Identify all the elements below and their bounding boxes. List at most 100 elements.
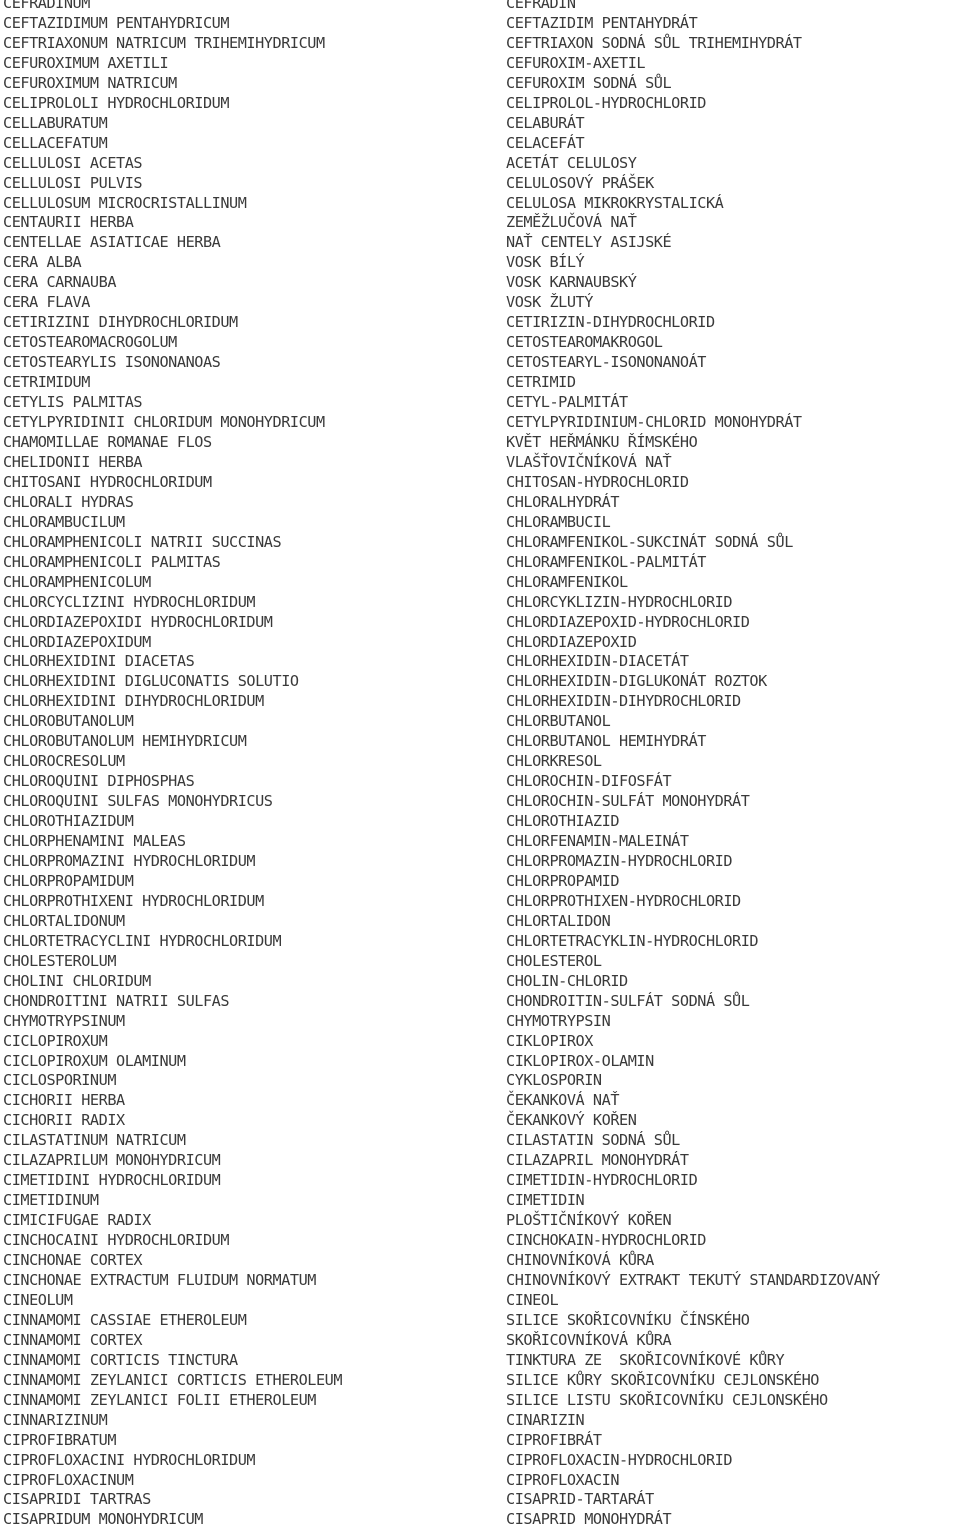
latin-term: CISAPRIDI TARTRAS — [3, 1490, 151, 1509]
latin-term: CELLULOSI PULVIS — [3, 173, 143, 192]
czech-term: CHLOROCHIN-SULFÁT MONOHYDRÁT — [506, 792, 750, 811]
table-row: CILASTATINUM NATRICUM CILASTATIN SODNÁ SŮ… — [0, 1131, 960, 1151]
czech-term: CEFRADIN — [506, 0, 576, 12]
table-row: CEFTRIAXONUM NATRICUM TRIHEMIHYDRICUM CEF… — [0, 34, 960, 54]
table-row: CIMETIDINUM CIMETIDIN — [0, 1191, 960, 1211]
table-row: CINCHOCAINI HYDROCHLORIDUM CINCHOKAIN-HYD… — [0, 1231, 960, 1251]
czech-term: CISAPRID-TARTARÁT — [506, 1490, 654, 1509]
latin-term: CETYLPYRIDINII CHLORIDUM MONOHYDRICUM — [3, 413, 325, 432]
latin-term: CEFUROXIMUM NATRICUM — [3, 73, 177, 92]
czech-term: CHLORCYKLIZIN-HYDROCHLORID — [506, 592, 733, 611]
czech-term: CISAPRID MONOHYDRÁT — [506, 1510, 672, 1529]
latin-term: CIMICIFUGAE RADIX — [3, 1211, 151, 1230]
table-row: CIMETIDINI HYDROCHLORIDUM CIMETIDIN-HYDRO… — [0, 1171, 960, 1191]
czech-term: CHLORAMFENIKOL-PALMITÁT — [506, 552, 706, 571]
table-row: CINNAMOMI ZEYLANICI FOLII ETHEROLEUM SILI… — [0, 1391, 960, 1411]
czech-term: CHINOVNÍKOVÁ KŮRA — [506, 1251, 654, 1270]
latin-term: CHLOROCRESOLUM — [3, 752, 125, 771]
czech-term: CIMETIDIN-HYDROCHLORID — [506, 1171, 698, 1190]
table-row: CHONDROITINI NATRII SULFAS CHONDROITIN-SU… — [0, 992, 960, 1012]
czech-term: CHLORTALIDON — [506, 911, 611, 930]
latin-term: CHLORHEXIDINI DIHYDROCHLORIDUM — [3, 692, 264, 711]
table-row: CHLORAMBUCILUM CHLORAMBUCIL — [0, 513, 960, 533]
czech-term: CHLORDIAZEPOXID — [506, 632, 637, 651]
czech-term: ACETÁT CELULOSY — [506, 153, 637, 172]
table-row: CHOLESTEROLUM CHOLESTEROL — [0, 952, 960, 972]
table-row: CHLORPROMAZINI HYDROCHLORIDUM CHLORPROMAZ… — [0, 852, 960, 872]
latin-term: CISAPRIDUM MONOHYDRICUM — [3, 1510, 203, 1529]
latin-term: CELLABURATUM — [3, 113, 108, 132]
czech-term: CHOLIN-CHLORID — [506, 971, 628, 990]
latin-term: CINNAMOMI CASSIAE ETHEROLEUM — [3, 1310, 247, 1329]
nomenclature-table: CEFRADINUM CEFRADIN CEFTAZIDIMUM PENTAHYDR… — [0, 0, 960, 1530]
czech-term: CHONDROITIN-SULFÁT SODNÁ SŮL — [506, 991, 750, 1010]
czech-term: CHLORHEXIDIN-DIGLUKONÁT ROZTOK — [506, 672, 767, 691]
czech-term: CELULOSOVÝ PRÁŠEK — [506, 173, 654, 192]
table-row: CERA CARNAUBA VOSK KARNAUBSKÝ — [0, 273, 960, 293]
czech-term: ČEKANKOVÁ NAŤ — [506, 1091, 620, 1110]
czech-term: CELABURÁT — [506, 113, 585, 132]
table-row: CICHORII RADIX ČEKANKOVÝ KOŘEN — [0, 1111, 960, 1131]
table-row: CETYLIS PALMITAS CETYL-PALMITÁT — [0, 393, 960, 413]
latin-term: CHLORAMPHENICOLUM — [3, 572, 151, 591]
latin-term: CHLORDIAZEPOXIDUM — [3, 632, 151, 651]
latin-term: CILASTATINUM NATRICUM — [3, 1131, 186, 1150]
czech-term: CHLORAMFENIKOL — [506, 572, 628, 591]
czech-term: CINEOL — [506, 1290, 559, 1309]
table-row: CIPROFLOXACINI HYDROCHLORIDUM CIPROFLOXAC… — [0, 1451, 960, 1471]
table-row: CELLACEFATUM CELACEFÁT — [0, 134, 960, 154]
table-row: CINCHONAE EXTRACTUM FLUIDUM NORMATUM CHIN… — [0, 1271, 960, 1291]
latin-term: CERA FLAVA — [3, 293, 90, 312]
table-row: CISAPRIDUM MONOHYDRICUM CISAPRID MONOHYDR… — [0, 1510, 960, 1530]
latin-term: CIMETIDINI HYDROCHLORIDUM — [3, 1171, 221, 1190]
czech-term: CHLORDIAZEPOXID-HYDROCHLORID — [506, 612, 750, 631]
table-row: CHLORTETRACYCLINI HYDROCHLORIDUM CHLORTET… — [0, 932, 960, 952]
table-row: CHLORHEXIDINI DIACETAS CHLORHEXIDIN-DIACE… — [0, 652, 960, 672]
czech-term: CEFTAZIDIM PENTAHYDRÁT — [506, 13, 698, 32]
table-row: CINCHONAE CORTEX CHINOVNÍKOVÁ KŮRA — [0, 1251, 960, 1271]
table-row: CHLORDIAZEPOXIDUM CHLORDIAZEPOXID — [0, 633, 960, 653]
table-row: CHLORAMPHENICOLI PALMITAS CHLORAMFENIKOL-… — [0, 553, 960, 573]
czech-term: CHOLESTEROL — [506, 951, 602, 970]
table-row: CHELIDONII HERBA VLAŠŤOVIČNÍKOVÁ NAŤ — [0, 453, 960, 473]
czech-term: CELIPROLOL-HYDROCHLORID — [506, 93, 706, 112]
czech-term: CETRIMID — [506, 373, 576, 392]
latin-term: CETRIMIDUM — [3, 373, 90, 392]
czech-term: CHLORHEXIDIN-DIHYDROCHLORID — [506, 692, 741, 711]
table-row: CELLULOSI ACETAS ACETÁT CELULOSY — [0, 154, 960, 174]
latin-term: CHYMOTRYPSINUM — [3, 1011, 125, 1030]
czech-term: VOSK BÍLÝ — [506, 253, 585, 272]
czech-term: CHLORPROMAZIN-HYDROCHLORID — [506, 851, 733, 870]
czech-term: CHYMOTRYPSIN — [506, 1011, 611, 1030]
table-row: CINNAMOMI ZEYLANICI CORTICIS ETHEROLEUM S… — [0, 1371, 960, 1391]
latin-term: CEFTRIAXONUM NATRICUM TRIHEMIHYDRICUM — [3, 33, 325, 52]
czech-term: CIMETIDIN — [506, 1191, 585, 1210]
latin-term: CETOSTEAROMACROGOLUM — [3, 333, 177, 352]
latin-term: CERA CARNAUBA — [3, 273, 117, 292]
table-row: CHLORCYCLIZINI HYDROCHLORIDUM CHLORCYKLIZ… — [0, 593, 960, 613]
czech-term: CILASTATIN SODNÁ SŮL — [506, 1131, 680, 1150]
czech-term: ZEMĚŽLUČOVÁ NAŤ — [506, 213, 637, 232]
latin-term: CERA ALBA — [3, 253, 82, 272]
latin-term: CETYLIS PALMITAS — [3, 393, 143, 412]
czech-term: CHLORPROPAMID — [506, 871, 620, 890]
latin-term: CELLULOSUM MICROCRISTALLINUM — [3, 193, 247, 212]
table-row: CETOSTEAROMACROGOLUM CETOSTEAROMAKROGOL — [0, 333, 960, 353]
czech-term: CHINOVNÍKOVÝ EXTRAKT TEKUTÝ STANDARDIZOV… — [506, 1271, 880, 1289]
latin-term: CEFUROXIMUM AXETILI — [3, 53, 169, 72]
table-row: CELLULOSUM MICROCRISTALLINUM CELULOSA MIK… — [0, 194, 960, 214]
document-page: CEFRADINUM CEFRADIN CEFTAZIDIMUM PENTAHYDR… — [0, 0, 960, 1528]
latin-term: CINNAMOMI ZEYLANICI CORTICIS ETHEROLEUM — [3, 1370, 343, 1389]
czech-term: CHLOROTHIAZID — [506, 812, 620, 831]
table-row: CINEOLUM CINEOL — [0, 1291, 960, 1311]
table-row: CEFUROXIMUM NATRICUM CEFUROXIM SODNÁ SŮL — [0, 74, 960, 94]
latin-term: CHLORALI HYDRAS — [3, 492, 134, 511]
table-row: CEFTAZIDIMUM PENTAHYDRICUM CEFTAZIDIM PEN… — [0, 14, 960, 34]
table-row: CHLORALI HYDRAS CHLORALHYDRÁT — [0, 493, 960, 513]
czech-term: CHLORFENAMIN-MALEINÁT — [506, 832, 689, 851]
table-row: CENTELLAE ASIATICAE HERBA NAŤ CENTELY ASI… — [0, 233, 960, 253]
table-row: CHLORPHENAMINI MALEAS CHLORFENAMIN-MALEIN… — [0, 832, 960, 852]
latin-term: CINNAMOMI ZEYLANICI FOLII ETHEROLEUM — [3, 1390, 316, 1409]
czech-term: CETOSTEARYL-ISONONANOÁT — [506, 353, 706, 372]
table-row: CIPROFLOXACINUM CIPROFLOXACIN — [0, 1471, 960, 1491]
